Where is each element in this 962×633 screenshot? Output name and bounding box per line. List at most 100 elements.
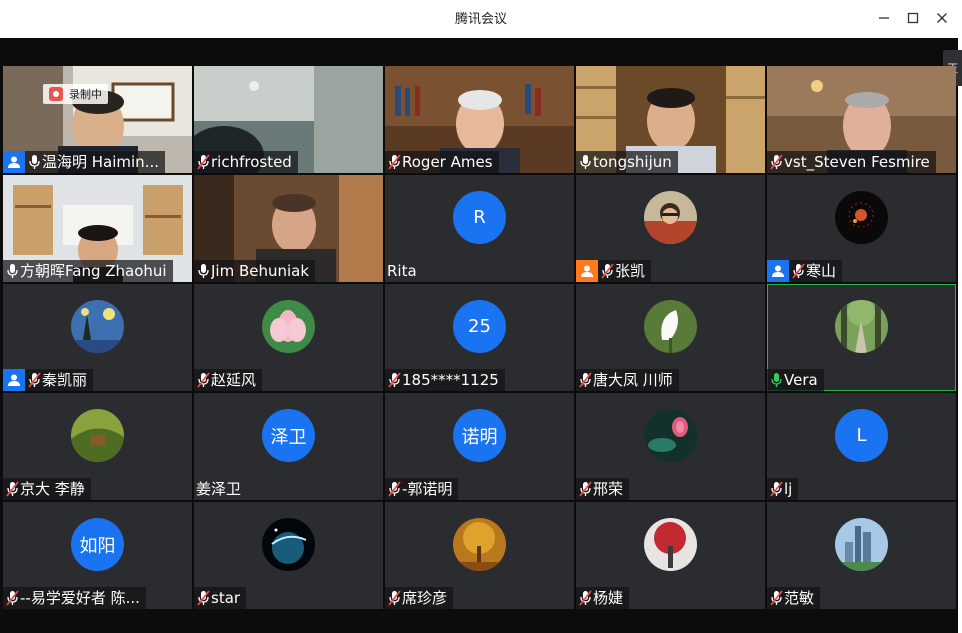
participant-tile[interactable]: Roger Ames — [385, 66, 574, 173]
mic-muted-icon — [579, 481, 592, 497]
mic-muted-icon — [792, 263, 805, 279]
mic-muted-icon — [579, 590, 592, 606]
participant-label: 唐大凤 川师 — [576, 369, 679, 391]
participant-name: 秦凯丽 — [42, 371, 88, 389]
participant-tile[interactable]: 25 185****1125 — [385, 284, 574, 391]
participant-name: Jim Behuniak — [211, 262, 310, 280]
forest-path-avatar-icon — [835, 300, 888, 353]
mic-icon — [579, 154, 592, 170]
mic-muted-icon — [28, 372, 41, 388]
participant-tile[interactable]: 京大 李静 — [3, 393, 192, 500]
participant-label: richfrosted — [194, 151, 298, 173]
participant-label: --易学爱好者 陈... — [3, 587, 146, 609]
participant-label: Rita — [385, 260, 423, 282]
mic-muted-icon — [197, 372, 210, 388]
mic-muted-icon — [388, 372, 401, 388]
participant-label: tongshijun — [576, 151, 678, 173]
window-titlebar: 腾讯会议 — [0, 0, 962, 38]
maximize-button[interactable] — [899, 5, 927, 31]
participant-label: 185****1125 — [385, 369, 505, 391]
mic-muted-icon — [388, 590, 401, 606]
participant-label: 赵延风 — [194, 369, 263, 391]
participant-label: 秦凯丽 — [3, 369, 94, 391]
minimize-button[interactable] — [870, 5, 898, 31]
mic-speaking-icon — [770, 372, 783, 388]
participant-name: 邢荣 — [593, 480, 624, 498]
recording-indicator: 录制中 — [43, 84, 108, 104]
participant-name: lj — [784, 480, 793, 498]
participant-label: 杨婕 — [576, 587, 630, 609]
red-tree-avatar-icon — [644, 518, 697, 571]
planet-avatar-icon — [262, 518, 315, 571]
participant-tile[interactable]: tongshijun — [576, 66, 765, 173]
mic-muted-icon — [197, 590, 210, 606]
participant-name: -郭诺明 — [402, 480, 453, 498]
participant-label: 寒山 — [767, 260, 843, 282]
participant-label: Jim Behuniak — [194, 260, 316, 282]
participant-name: Rita — [387, 262, 417, 280]
participant-tile[interactable]: 泽卫 姜泽卫 — [194, 393, 383, 500]
mic-muted-icon — [770, 590, 783, 606]
participant-tile[interactable]: Vera — [767, 284, 956, 391]
participant-name: Vera — [784, 371, 818, 389]
participant-name: 杨婕 — [593, 589, 624, 607]
participant-tile[interactable]: 范敏 — [767, 502, 956, 609]
mic-muted-icon — [579, 372, 592, 388]
participant-avatar: 如阳 — [71, 518, 124, 571]
calla-lily-avatar-icon — [644, 300, 697, 353]
participant-label: -郭诺明 — [385, 478, 459, 500]
participant-tile[interactable]: 邢荣 — [576, 393, 765, 500]
participant-tile[interactable]: 杨婕 — [576, 502, 765, 609]
participant-tile[interactable]: Llj — [767, 393, 956, 500]
participant-tile[interactable]: 如阳 --易学爱好者 陈... — [3, 502, 192, 609]
host-badge-icon — [3, 151, 25, 173]
mic-icon — [28, 154, 41, 170]
participant-tile[interactable]: 录制中温海明 Haimin... — [3, 66, 192, 173]
fireworks-avatar-icon — [835, 191, 888, 244]
participant-avatar: R — [453, 191, 506, 244]
participant-label: Roger Ames — [385, 151, 499, 173]
mic-icon — [6, 263, 19, 279]
autumn-tree-avatar-icon — [453, 518, 506, 571]
participant-tile[interactable]: star — [194, 502, 383, 609]
starry-night-avatar-icon — [71, 300, 124, 353]
participant-name: richfrosted — [211, 153, 292, 171]
participant-tile[interactable]: 诺明 -郭诺明 — [385, 393, 574, 500]
participant-name: 185****1125 — [402, 371, 499, 389]
participant-name: 寒山 — [806, 262, 837, 280]
close-icon — [937, 13, 947, 23]
participant-tile[interactable]: 席珍彦 — [385, 502, 574, 609]
participant-avatar: 25 — [453, 300, 506, 353]
participant-tile[interactable]: 方朝晖Fang Zhaohui — [3, 175, 192, 282]
participant-tile[interactable]: 张凯 — [576, 175, 765, 282]
participant-tile[interactable]: vst_Steven Fesmire — [767, 66, 956, 173]
participant-label: star — [194, 587, 247, 609]
city-skyline-avatar-icon — [835, 518, 888, 571]
mic-muted-icon — [197, 154, 210, 170]
participant-tile[interactable]: Jim Behuniak — [194, 175, 383, 282]
participant-tile[interactable]: 唐大凤 川师 — [576, 284, 765, 391]
participant-avatar: L — [835, 409, 888, 462]
participant-label: 方朝晖Fang Zhaohui — [3, 260, 173, 282]
participant-tile[interactable]: R Rita — [385, 175, 574, 282]
participant-avatar: 泽卫 — [262, 409, 315, 462]
participant-name: 范敏 — [784, 589, 815, 607]
participant-name: 京大 李静 — [20, 480, 85, 498]
participant-label: lj — [767, 478, 799, 500]
participant-avatar: 诺明 — [453, 409, 506, 462]
participant-label: 姜泽卫 — [194, 478, 247, 500]
participant-name: 温海明 Haimin... — [42, 153, 159, 171]
participant-tile[interactable]: 寒山 — [767, 175, 956, 282]
mic-muted-icon — [6, 590, 19, 606]
participant-label: 温海明 Haimin... — [3, 151, 165, 173]
participant-tile[interactable]: richfrosted — [194, 66, 383, 173]
participant-name: star — [211, 589, 241, 607]
close-button[interactable] — [928, 5, 956, 31]
participant-tile[interactable]: 赵延风 — [194, 284, 383, 391]
recording-label: 录制中 — [69, 88, 102, 101]
mic-muted-icon — [770, 481, 783, 497]
participant-name: vst_Steven Fesmire — [784, 153, 930, 171]
participant-tile[interactable]: 秦凯丽 — [3, 284, 192, 391]
participant-name: 唐大凤 川师 — [593, 371, 673, 389]
participant-label: 席珍彦 — [385, 587, 454, 609]
